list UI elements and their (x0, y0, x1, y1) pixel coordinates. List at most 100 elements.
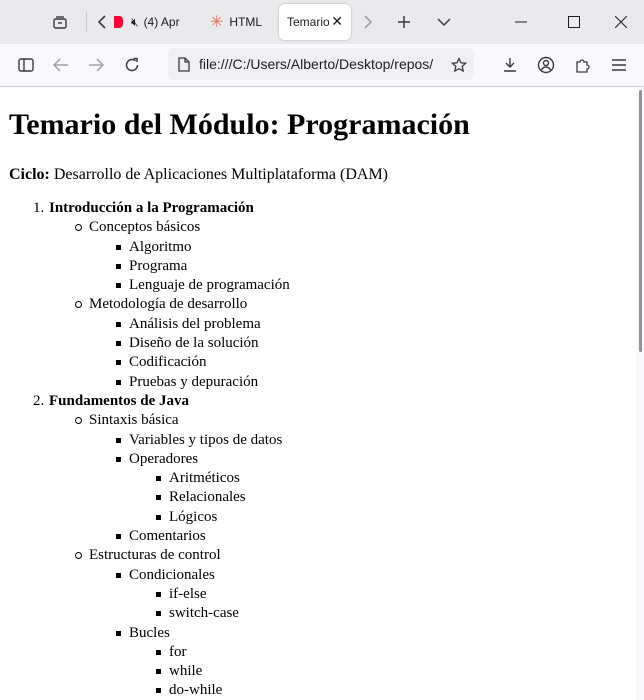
list-item: Operadores (0, 450, 290, 469)
square-bullet-icon (156, 611, 161, 617)
tab-temario[interactable]: Temario ✕ (279, 4, 351, 40)
extensions-puzzle-icon[interactable] (571, 53, 595, 77)
back-arrow-icon[interactable] (49, 53, 73, 77)
list-item: Lógicos (0, 508, 290, 527)
circle-bullet-icon (75, 301, 82, 309)
square-bullet-icon (116, 379, 121, 385)
list-item-label: Operadores (129, 450, 199, 467)
tab-list-chevron-icon[interactable] (432, 10, 456, 34)
list-item: Lenguaje de programación (0, 276, 290, 295)
list-item: Sintaxis básica (0, 411, 290, 430)
list-item: switch-case (0, 604, 290, 623)
muted-speaker-icon[interactable]: 🔇︎ (131, 15, 139, 30)
list-item: 2. Fundamentos de Java (0, 392, 290, 411)
square-bullet-icon (116, 360, 121, 366)
list-item-label: Estructuras de control (89, 547, 221, 564)
list-item-label: Condicionales (129, 566, 215, 583)
square-bullet-icon (116, 244, 121, 250)
square-bullet-icon (156, 476, 161, 482)
ciclo-label: Ciclo: (9, 166, 50, 183)
list-item: while (0, 662, 290, 681)
list-item-label: Algoritmo (129, 238, 192, 255)
square-bullet-icon (116, 341, 121, 347)
list-number: 2. (33, 392, 45, 409)
url-text[interactable]: file:///C:/Users/Alberto/Desktop/repos/ (199, 56, 433, 72)
close-icon[interactable]: ✕ (331, 13, 343, 30)
square-bullet-icon (116, 437, 121, 443)
menu-hamburger-icon[interactable] (607, 53, 631, 77)
ciclo-value: Desarrollo de Aplicaciones Multiplatafor… (49, 166, 388, 183)
list-item-label: Aritméticos (169, 470, 240, 487)
list-item-label: Pruebas y depuración (129, 373, 259, 390)
square-bullet-icon (116, 263, 121, 269)
tab-html[interactable]: ✳ HTML (204, 4, 274, 40)
navigation-toolbar: file:///C:/Users/Alberto/Desktop/repos/ (0, 44, 644, 87)
reload-icon[interactable] (120, 53, 144, 77)
list-item-label: if-else (169, 585, 207, 602)
maximize-icon[interactable] (561, 10, 587, 34)
youtube-icon (114, 16, 123, 28)
tab-scroll-right-icon[interactable] (358, 10, 378, 34)
page-document-icon[interactable] (178, 56, 190, 72)
circle-bullet-icon (75, 224, 82, 232)
forward-arrow-icon[interactable] (84, 53, 108, 77)
square-bullet-icon (116, 572, 121, 578)
square-bullet-icon (156, 591, 161, 597)
list-item: 1. Introducción a la Programación (0, 199, 290, 218)
list-item: Relacionales (0, 488, 290, 507)
square-bullet-icon (156, 649, 161, 655)
bookmark-star-icon[interactable] (447, 53, 471, 77)
square-bullet-icon (116, 534, 121, 540)
list-item-label: Conceptos básicos (89, 219, 201, 236)
list-item-label: Diseño de la solución (129, 335, 259, 352)
new-tab-plus-icon[interactable] (392, 10, 416, 34)
tab-scroll-left-icon[interactable] (92, 10, 112, 34)
minimize-icon[interactable] (508, 10, 534, 34)
list-item-label: Relacionales (169, 489, 246, 506)
list-item-label: while (169, 663, 203, 680)
list-item: Metodología de desarrollo (0, 295, 290, 314)
syllabus-list: 1. Introducción a la Programación Concepto… (0, 199, 290, 700)
window-close-icon[interactable] (608, 10, 634, 34)
list-item: Diseño de la solución (0, 334, 290, 353)
list-item: Variables y tipos de datos (0, 431, 290, 450)
list-item: Análisis del problema (0, 315, 290, 334)
list-number: 1. (33, 200, 45, 216)
list-item: Bucles (0, 624, 290, 643)
page-content: Temario del Módulo: Programación Ciclo: … (0, 87, 636, 700)
list-item: Pruebas y depuración (0, 373, 290, 392)
list-item-label: Lógicos (169, 508, 218, 525)
downloads-icon[interactable] (498, 53, 522, 77)
claude-sunburst-icon: ✳ (210, 14, 224, 31)
list-item-label: Sintaxis básica (89, 412, 179, 429)
tab-groups-icon[interactable] (48, 10, 72, 34)
list-item: Programa (0, 257, 290, 276)
sidebar-icon[interactable] (14, 53, 38, 77)
list-item-label: Lenguaje de programación (129, 277, 290, 294)
circle-bullet-icon (75, 417, 82, 425)
account-icon[interactable] (534, 53, 558, 77)
tab-label: (4) Apr (143, 15, 180, 29)
list-item-label: Comentarios (129, 528, 206, 545)
url-bar[interactable]: file:///C:/Users/Alberto/Desktop/repos/ (168, 48, 474, 80)
square-bullet-icon (116, 321, 121, 327)
list-item: for (0, 643, 290, 662)
circle-bullet-icon (75, 552, 82, 560)
list-item-label: do-while (169, 682, 223, 699)
list-item-label: Variables y tipos de datos (129, 431, 283, 448)
list-item: Comentarios (0, 527, 290, 546)
list-item-label: Introducción a la Programación (49, 200, 254, 216)
page-scrollbar[interactable] (639, 90, 642, 352)
page-title: Temario del Módulo: Programación (9, 108, 470, 141)
ciclo-line: Ciclo: Desarrollo de Aplicaciones Multip… (9, 166, 388, 184)
tab-youtube[interactable]: 🔇︎ (4) Apr (114, 4, 192, 40)
list-item: Aritméticos (0, 469, 290, 488)
square-bullet-icon (116, 283, 121, 289)
square-bullet-icon (116, 456, 121, 462)
square-bullet-icon (156, 495, 161, 501)
list-item: Codificación (0, 353, 290, 372)
tab-label: HTML (229, 15, 263, 29)
browser-chrome: 🔇︎ (4) Apr ✳ HTML Temario ✕ file:///C:/U… (0, 0, 644, 87)
list-item-label: Codificación (129, 354, 207, 371)
list-item: Estructuras de control (0, 546, 290, 565)
